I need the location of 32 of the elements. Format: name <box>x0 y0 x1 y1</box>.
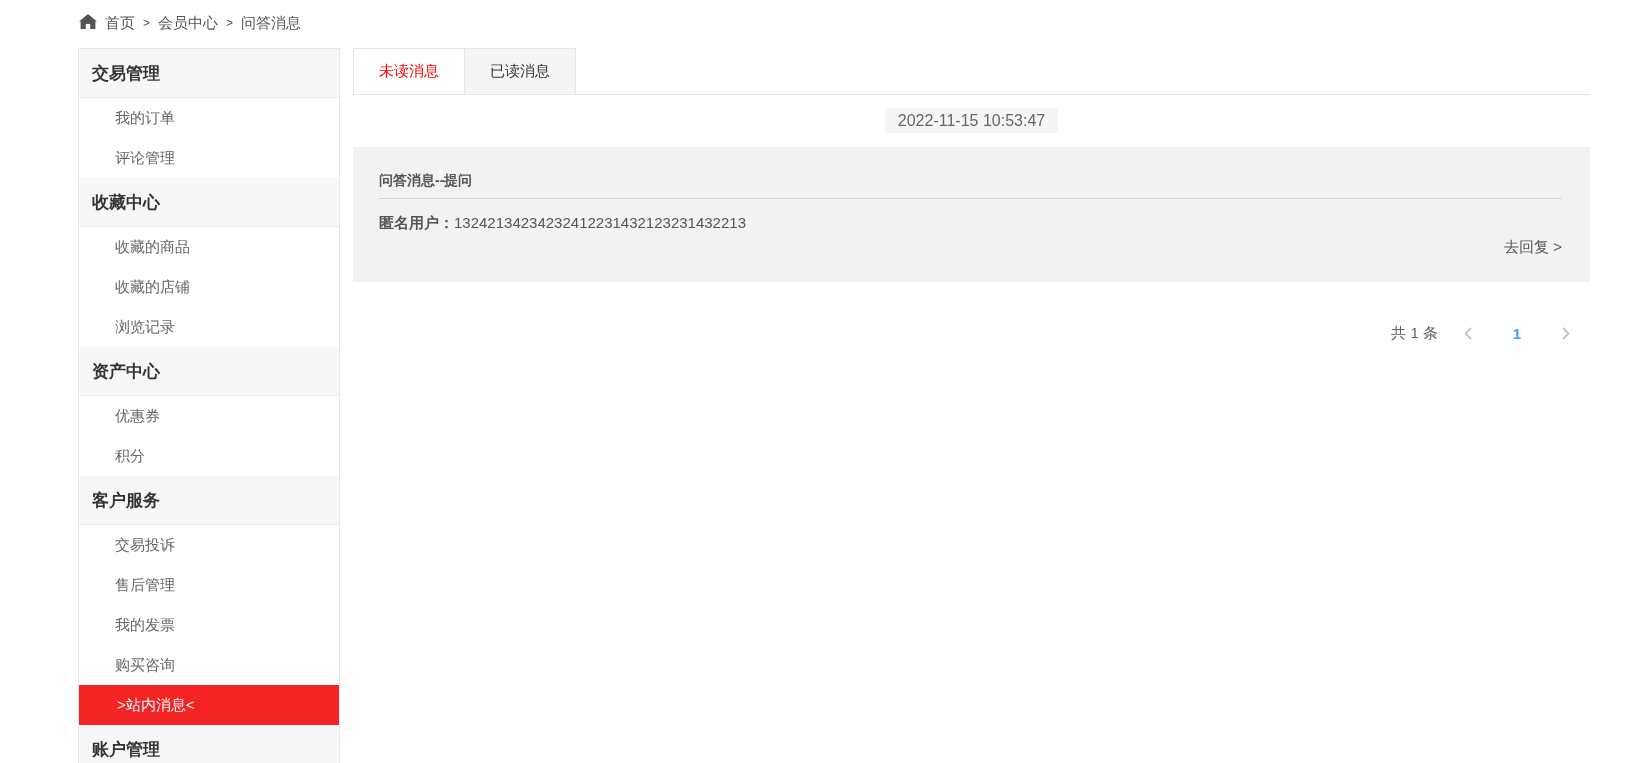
tab[interactable]: 已读消息 <box>465 48 576 94</box>
breadcrumb-link[interactable]: 会员中心 <box>158 13 218 33</box>
message-sender-line: 匿名用户：13242134234232412231432123231432213 <box>379 214 746 231</box>
sidebar-item[interactable]: 收藏的商品 <box>79 227 339 267</box>
breadcrumb-link[interactable]: 问答消息 <box>241 13 302 33</box>
sidebar-section-title: 账户管理 <box>79 725 339 763</box>
sidebar-item[interactable]: 售后管理 <box>79 565 339 605</box>
message-title: 问答消息--提问 <box>379 171 474 190</box>
sidebar-section-title: 交易管理 <box>79 49 339 98</box>
sidebar-item[interactable]: 我的发票 <box>79 605 339 645</box>
breadcrumb-link[interactable]: 首页 <box>105 13 135 33</box>
sidebar-item[interactable]: 交易投诉 <box>79 525 339 565</box>
sidebar-section-title: 资产中心 <box>79 347 339 396</box>
tab[interactable]: 未读消息 <box>353 48 465 94</box>
sidebar-item[interactable]: 优惠券 <box>79 396 339 436</box>
sidebar-item[interactable]: >站内消息< <box>79 685 339 725</box>
breadcrumb-separator: > <box>143 16 150 30</box>
chevron-left-icon <box>1464 326 1472 340</box>
sidebar-item[interactable]: 评论管理 <box>79 138 339 178</box>
chevron-right-icon <box>1562 326 1570 340</box>
pagination-total: 共 1 条 <box>1391 323 1438 343</box>
sidebar-item[interactable]: 积分 <box>79 436 339 476</box>
message-time: 2022-11-15 10:53:47 <box>884 108 1059 133</box>
breadcrumb-separator: > <box>226 16 234 30</box>
sidebar-section-title: 客户服务 <box>79 476 339 525</box>
sidebar-item[interactable]: 收藏的店铺 <box>79 267 339 307</box>
sidebar-item[interactable]: 我的订单 <box>79 98 339 138</box>
sidebar-item[interactable]: 浏览记录 <box>79 307 339 347</box>
sidebar-section-title: 收藏中心 <box>79 178 339 227</box>
sidebar-item[interactable]: 购买咨询 <box>79 645 339 685</box>
reply-link[interactable]: 去回复 > <box>1504 236 1562 258</box>
home-icon[interactable] <box>79 13 97 29</box>
